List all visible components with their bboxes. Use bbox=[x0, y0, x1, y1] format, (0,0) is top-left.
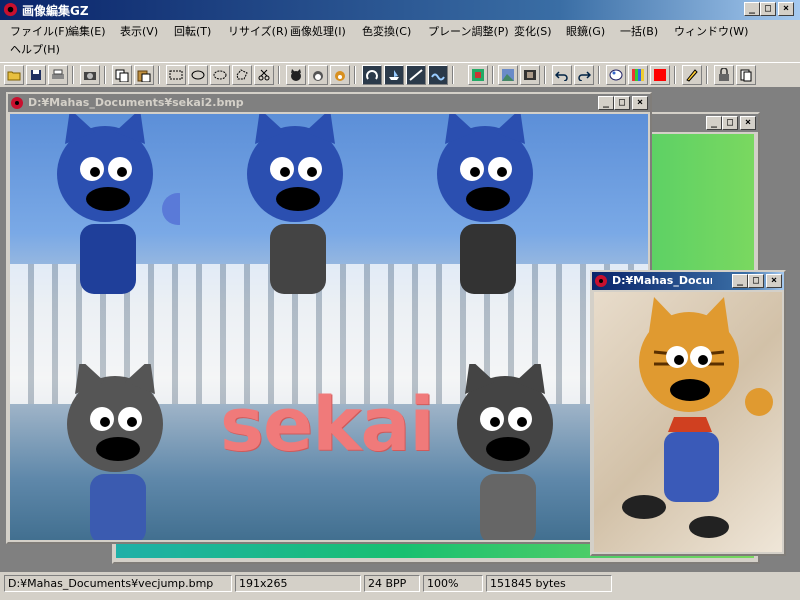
main-maximize-button[interactable]: □ bbox=[614, 96, 630, 110]
menu-view[interactable]: 表示(V) bbox=[118, 23, 160, 39]
bg-minimize-button[interactable]: _ bbox=[706, 116, 722, 130]
red-color-icon[interactable] bbox=[650, 65, 670, 85]
bg-maximize-button[interactable]: □ bbox=[722, 116, 738, 130]
rect-select-icon[interactable] bbox=[166, 65, 186, 85]
menu-bar: ファイル(F) 編集(E) 表示(V) 回転(T) リサイズ(R) 画像処理(I… bbox=[0, 20, 800, 60]
paste-icon[interactable] bbox=[134, 65, 154, 85]
copy-icon[interactable] bbox=[112, 65, 132, 85]
main-close-button[interactable]: × bbox=[632, 96, 648, 110]
tiger-cat-figure bbox=[622, 297, 773, 538]
status-file-bytes: 151845 bytes bbox=[486, 575, 612, 592]
pencil-icon[interactable] bbox=[682, 65, 702, 85]
undo-icon[interactable] bbox=[552, 65, 572, 85]
bg-close-button[interactable]: × bbox=[740, 116, 756, 130]
palette-icon[interactable] bbox=[606, 65, 626, 85]
cat-black-icon[interactable] bbox=[286, 65, 306, 85]
small-maximize-button[interactable]: □ bbox=[748, 274, 764, 288]
status-bar: D:¥Mahas_Documents¥vecjump.bmp 191x265 2… bbox=[0, 572, 800, 600]
mdi-workspace: _ □ × D:¥Mahas_Documents¥sekai2.bmp _ □ … bbox=[0, 88, 800, 572]
menu-window[interactable]: ウィンドウ(W) bbox=[672, 23, 750, 39]
status-zoom: 100% bbox=[423, 575, 483, 592]
ship-icon[interactable] bbox=[384, 65, 404, 85]
status-image-size: 191x265 bbox=[235, 575, 361, 592]
close-button[interactable]: × bbox=[778, 2, 794, 16]
cat-figure-blue-1 bbox=[57, 114, 180, 294]
image-canvas[interactable]: sekai bbox=[10, 114, 648, 540]
menu-help[interactable]: ヘルプ(H) bbox=[8, 41, 62, 57]
film-icon[interactable] bbox=[520, 65, 540, 85]
main-minimize-button[interactable]: _ bbox=[598, 96, 614, 110]
status-file-path: D:¥Mahas_Documents¥vecjump.bmp bbox=[4, 575, 232, 592]
small-window-title: D:¥Mahas_Documents¥vecjump.bmp bbox=[612, 274, 712, 287]
menu-resize[interactable]: リサイズ(R) bbox=[226, 23, 290, 39]
cat-figure-blue-3 bbox=[437, 114, 533, 294]
cat-white-icon[interactable] bbox=[308, 65, 328, 85]
menu-rotate[interactable]: 回転(T) bbox=[172, 23, 213, 39]
menu-batch[interactable]: 一括(B) bbox=[618, 23, 660, 39]
app-title: 画像編集GZ bbox=[22, 4, 89, 18]
small-window-titlebar[interactable]: D:¥Mahas_Documents¥vecjump.bmp _ □ × bbox=[592, 272, 784, 290]
maximize-button[interactable]: □ bbox=[760, 2, 776, 16]
landscape-icon[interactable] bbox=[498, 65, 518, 85]
vecjump-image-window[interactable]: D:¥Mahas_Documents¥vecjump.bmp _ □ × bbox=[590, 270, 786, 556]
overlay-text-sekai: sekai bbox=[220, 382, 435, 468]
camera-icon[interactable] bbox=[80, 65, 100, 85]
lock-icon[interactable] bbox=[714, 65, 734, 85]
main-window-titlebar[interactable]: D:¥Mahas_Documents¥sekai2.bmp _ □ × bbox=[8, 94, 650, 112]
main-image-window[interactable]: D:¥Mahas_Documents¥sekai2.bmp _ □ × seka… bbox=[6, 92, 652, 544]
save-icon[interactable] bbox=[26, 65, 46, 85]
minimize-button[interactable]: _ bbox=[744, 2, 760, 16]
cat-figure-gray-2 bbox=[457, 364, 553, 540]
cat-figure-gray-1 bbox=[67, 364, 163, 540]
small-close-button[interactable]: × bbox=[766, 274, 782, 288]
grid-icon[interactable] bbox=[468, 65, 488, 85]
rotate-icon[interactable] bbox=[362, 65, 382, 85]
toolbar bbox=[0, 62, 800, 88]
color-bars-icon[interactable] bbox=[628, 65, 648, 85]
print-icon[interactable] bbox=[48, 65, 68, 85]
open-folder-icon[interactable] bbox=[4, 65, 24, 85]
lasso-select-icon[interactable] bbox=[232, 65, 252, 85]
app-icon[interactable] bbox=[3, 2, 18, 17]
menu-edit[interactable]: 編集(E) bbox=[66, 23, 108, 39]
small-minimize-button[interactable]: _ bbox=[732, 274, 748, 288]
scissors-icon[interactable] bbox=[254, 65, 274, 85]
vecjump-canvas[interactable] bbox=[594, 292, 782, 552]
main-window-title: D:¥Mahas_Documents¥sekai2.bmp bbox=[28, 96, 244, 109]
menu-plane-adjust[interactable]: プレーン調整(P) bbox=[426, 23, 511, 39]
wave-icon[interactable] bbox=[428, 65, 448, 85]
layer-icon[interactable] bbox=[736, 65, 756, 85]
status-bit-depth: 24 BPP bbox=[364, 575, 420, 592]
menu-color-convert[interactable]: 色変換(C) bbox=[360, 23, 413, 39]
app-titlebar[interactable]: 画像編集GZ _ □ × bbox=[0, 0, 800, 20]
plane-icon[interactable] bbox=[406, 65, 426, 85]
menu-glasses[interactable]: 眼鏡(G) bbox=[564, 23, 607, 39]
menu-transform[interactable]: 変化(S) bbox=[512, 23, 554, 39]
oval-select-icon[interactable] bbox=[210, 65, 230, 85]
document-icon bbox=[595, 275, 607, 287]
redo-icon[interactable] bbox=[574, 65, 594, 85]
cat-tiger-icon[interactable] bbox=[330, 65, 350, 85]
document-icon bbox=[11, 97, 23, 109]
menu-file[interactable]: ファイル(F) bbox=[8, 23, 71, 39]
menu-image-processing[interactable]: 画像処理(I) bbox=[288, 23, 348, 39]
cat-figure-blue-2 bbox=[247, 114, 343, 294]
ellipse-select-icon[interactable] bbox=[188, 65, 208, 85]
